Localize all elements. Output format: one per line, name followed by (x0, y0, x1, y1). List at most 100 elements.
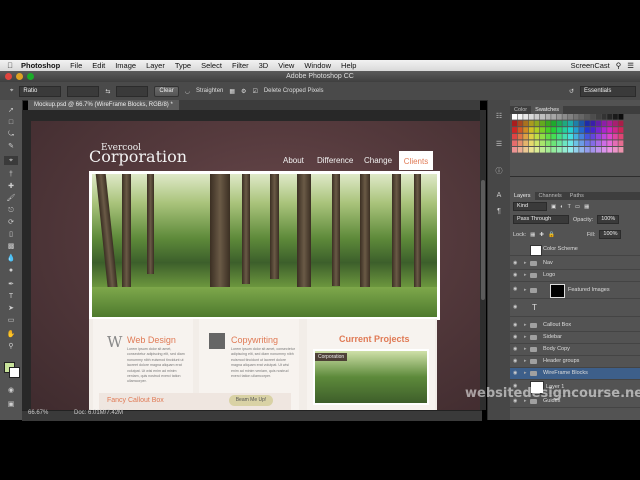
menu-view[interactable]: View (278, 61, 294, 70)
swatch[interactable] (573, 147, 579, 153)
swatch[interactable] (573, 140, 579, 146)
swatch[interactable] (568, 147, 573, 153)
swatch[interactable] (528, 140, 534, 146)
move-tool-icon[interactable]: ➚ (4, 106, 18, 115)
swatch[interactable] (551, 147, 557, 153)
swatch[interactable] (545, 147, 551, 153)
swatch[interactable] (556, 127, 562, 133)
swatch[interactable] (612, 114, 618, 120)
expand-arrow-icon[interactable]: ▸ (524, 356, 527, 367)
filter-smart-icon[interactable]: ▦ (584, 204, 589, 210)
swatch[interactable] (607, 133, 613, 140)
expand-arrow-icon[interactable]: ▸ (524, 344, 527, 355)
swap-icon[interactable]: ⇆ (105, 88, 110, 95)
quick-mask-icon[interactable]: ◉ (4, 386, 18, 395)
swatch[interactable] (584, 140, 590, 146)
zoom-tool-icon[interactable]: ⚲ (4, 342, 18, 351)
swatch[interactable] (612, 147, 618, 153)
rectangle-tool-icon[interactable]: ▭ (4, 316, 18, 325)
swatch[interactable] (551, 133, 557, 140)
list-icon[interactable]: ☰ (627, 61, 634, 70)
search-icon[interactable]: ⚲ (616, 61, 622, 70)
filter-type-icon[interactable]: T (568, 204, 571, 210)
swatch[interactable] (540, 140, 545, 146)
swatch[interactable] (584, 133, 590, 140)
filter-shape-icon[interactable]: ▭ (575, 204, 580, 210)
tab-layers[interactable]: Layers (510, 192, 535, 200)
ratio-select[interactable]: Ratio (19, 85, 62, 97)
swatch[interactable] (601, 140, 607, 146)
swatches-grid[interactable] (512, 114, 632, 156)
swatch[interactable] (517, 127, 523, 133)
swatch[interactable] (607, 114, 613, 120)
blend-mode-select[interactable]: Pass Through (513, 215, 569, 224)
layer-row-body-copy[interactable]: ◉ ▸ Body Copy (510, 344, 640, 356)
swatch[interactable] (528, 133, 534, 140)
blur-tool-icon[interactable]: 💧 (4, 254, 18, 263)
delete-cropped-checkbox[interactable]: ☑ (252, 88, 257, 95)
swatch[interactable] (618, 120, 624, 127)
pen-tool-icon[interactable]: ✒ (4, 280, 18, 289)
swatch[interactable] (579, 140, 585, 146)
tab-channels[interactable]: Channels (535, 192, 566, 200)
swatch[interactable] (540, 147, 545, 153)
expand-arrow-icon[interactable]: ▸ (524, 270, 527, 281)
swatch[interactable] (579, 114, 585, 120)
history-panel-icon[interactable]: ☷ (493, 112, 505, 121)
layer-row-nav[interactable]: ◉ ▸ Nav (510, 258, 640, 270)
swatch[interactable] (596, 147, 601, 153)
layer-row-wireframe-blocks[interactable]: ◉ ▸ WireFrame Blocks (510, 368, 640, 380)
swatch[interactable] (534, 127, 540, 133)
swatch[interactable] (512, 147, 517, 153)
lock-all-icon[interactable]: 🔒 (548, 232, 555, 238)
swatch[interactable] (523, 127, 529, 133)
swatch[interactable] (512, 120, 517, 127)
opacity-input[interactable]: 100% (597, 215, 620, 224)
swatch[interactable] (590, 120, 596, 127)
swatch[interactable] (562, 127, 568, 133)
eye-icon[interactable]: ◉ (513, 359, 519, 364)
swatch[interactable] (607, 147, 613, 153)
swatch[interactable] (517, 133, 523, 140)
expand-arrow-icon[interactable]: ▸ (524, 282, 527, 298)
menu-type[interactable]: Type (175, 61, 191, 70)
fill-input[interactable]: 100% (599, 230, 622, 239)
swatch[interactable] (618, 133, 624, 140)
filter-pixel-icon[interactable]: ▣ (551, 204, 556, 210)
swatch[interactable] (562, 147, 568, 153)
swatch[interactable] (551, 127, 557, 133)
swatch[interactable] (584, 147, 590, 153)
swatch[interactable] (551, 114, 557, 120)
swatch[interactable] (590, 114, 596, 120)
eye-icon[interactable]: ◉ (513, 261, 519, 266)
swatch[interactable] (568, 140, 573, 146)
swatch[interactable] (540, 120, 545, 127)
swatch[interactable] (556, 140, 562, 146)
clone-stamp-tool-icon[interactable]: ⎋ (4, 206, 18, 215)
swatch[interactable] (512, 114, 517, 120)
swatch[interactable] (607, 120, 613, 127)
swatch[interactable] (584, 114, 590, 120)
straighten-label[interactable]: Straighten (196, 88, 223, 94)
swatch[interactable] (590, 140, 596, 146)
menu-window[interactable]: Window (304, 61, 331, 70)
swatch[interactable] (590, 133, 596, 140)
swatch[interactable] (512, 127, 517, 133)
vertical-scrollbar[interactable] (480, 110, 486, 410)
layer-row-featured-images[interactable]: ◉ ▸ Featured Images (510, 282, 640, 299)
swatch[interactable] (573, 127, 579, 133)
swatch[interactable] (523, 114, 529, 120)
swatch[interactable] (534, 114, 540, 120)
tab-swatches[interactable]: Swatches (531, 106, 564, 114)
minimize-window-button[interactable] (16, 73, 23, 80)
swatch[interactable] (568, 127, 573, 133)
swatch[interactable] (607, 140, 613, 146)
swatch[interactable] (573, 133, 579, 140)
swatch[interactable] (562, 140, 568, 146)
eraser-tool-icon[interactable]: ▯ (4, 230, 18, 239)
swatch[interactable] (618, 114, 624, 120)
swatch[interactable] (562, 133, 568, 140)
lasso-tool-icon[interactable]: ⤿ (4, 130, 18, 139)
swatch[interactable] (618, 127, 624, 133)
eye-icon[interactable]: ◉ (513, 273, 519, 278)
